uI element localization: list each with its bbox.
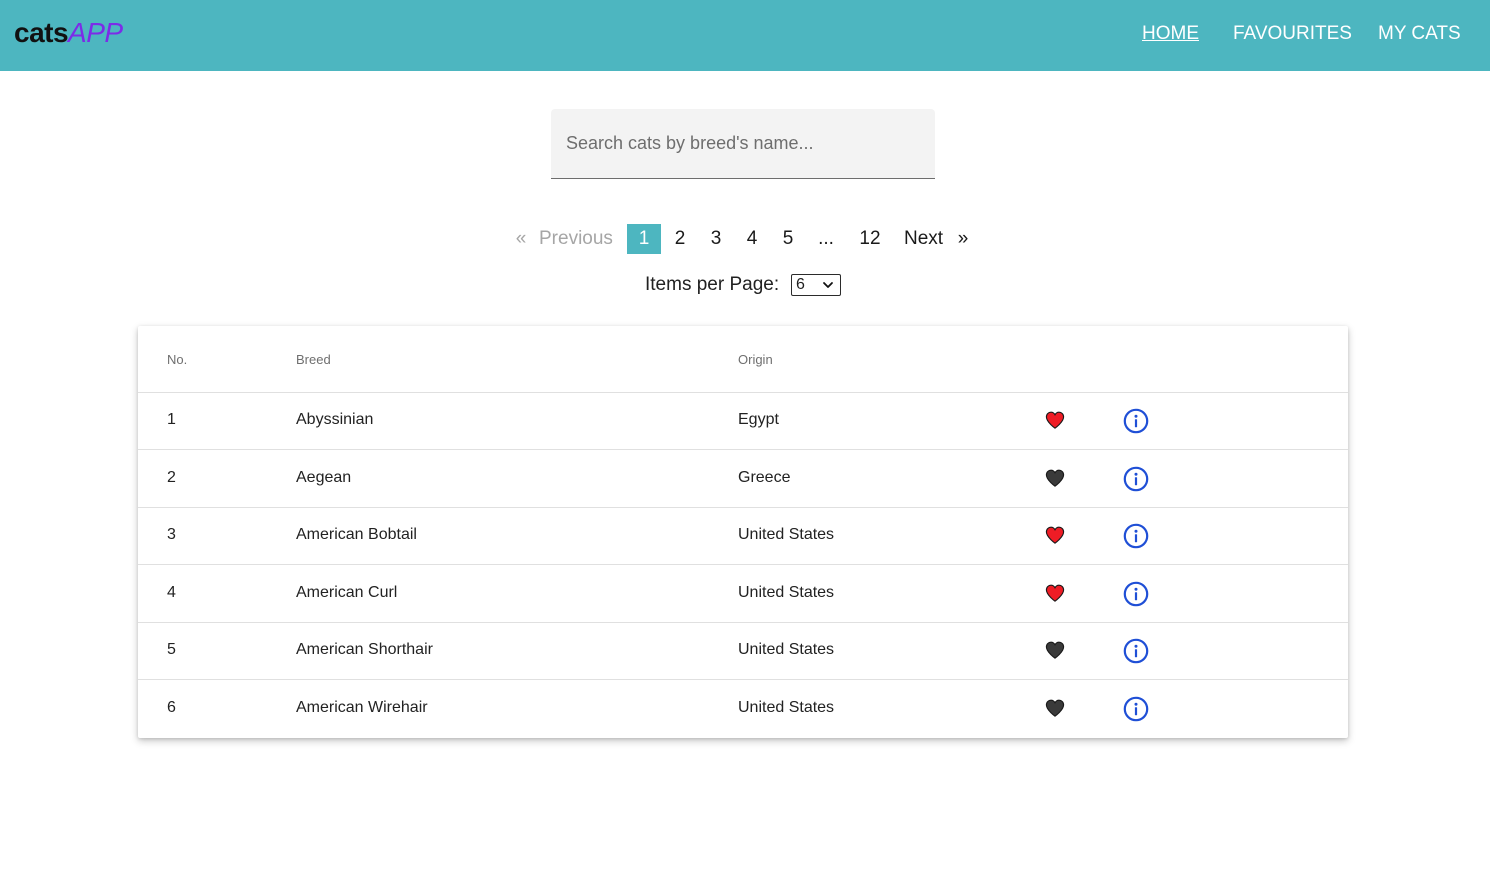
column-header-no: No.	[167, 352, 188, 367]
breeds-table: No. Breed Origin 1 Abyssinian Egypt 2 Ae…	[138, 326, 1348, 738]
row-number: 6	[167, 699, 176, 716]
row-breed: American Shorthair	[296, 641, 433, 659]
next-arrow-icon[interactable]: »	[957, 224, 969, 254]
row-origin: Egypt	[738, 411, 779, 428]
column-header-breed: Breed	[296, 352, 331, 367]
favourite-heart-icon[interactable]	[1045, 699, 1065, 717]
info-icon[interactable]	[1123, 638, 1149, 664]
nav-favourites-link[interactable]: FAVOURITES	[1233, 22, 1352, 46]
table-row: 4 American Curl United States	[138, 565, 1348, 623]
search-input[interactable]	[551, 109, 935, 178]
page-button-5[interactable]: 5	[775, 224, 801, 254]
favourite-heart-icon[interactable]	[1045, 411, 1065, 429]
info-icon[interactable]	[1123, 696, 1149, 722]
chevron-down-icon	[823, 282, 833, 288]
favourite-heart-icon[interactable]	[1045, 469, 1065, 487]
next-page-button[interactable]: Next	[904, 224, 948, 254]
info-icon[interactable]	[1123, 466, 1149, 492]
info-icon[interactable]	[1123, 523, 1149, 549]
brand-name-part1: cats	[14, 17, 69, 48]
page-button-12[interactable]: 12	[855, 224, 885, 254]
table-row: 3 American Bobtail United States	[138, 507, 1348, 566]
row-origin: United States	[738, 583, 835, 601]
row-origin: United States	[738, 699, 835, 716]
top-app-bar: catsAPP HOME FAVOURITES MY CATS	[0, 0, 1490, 71]
row-origin: United States	[738, 641, 835, 659]
row-breed: Aegean	[296, 468, 352, 486]
nav-my-cats-link[interactable]: MY CATS	[1378, 22, 1461, 46]
search-field	[551, 109, 935, 179]
items-per-page-label: Items per Page:	[645, 274, 780, 295]
info-icon[interactable]	[1123, 408, 1149, 434]
favourite-heart-icon[interactable]	[1045, 641, 1065, 660]
table-row: 5 American Shorthair United States	[138, 622, 1348, 681]
table-header: No. Breed Origin	[138, 326, 1348, 393]
previous-page-button[interactable]: Previous	[539, 224, 615, 254]
items-per-page-value: 6	[796, 276, 805, 293]
row-number: 5	[167, 641, 176, 659]
pagination-ellipsis: ...	[818, 228, 834, 249]
row-breed: American Wirehair	[296, 699, 428, 716]
page-button-3[interactable]: 3	[703, 224, 729, 254]
table-row: 1 Abyssinian Egypt	[138, 392, 1348, 450]
favourite-heart-icon[interactable]	[1045, 526, 1065, 545]
app-logo[interactable]: catsAPP	[14, 17, 123, 49]
row-number: 2	[167, 468, 176, 486]
previous-arrow-icon: «	[515, 228, 527, 249]
favourite-heart-icon[interactable]	[1045, 584, 1065, 602]
page-button-1[interactable]: 1	[627, 224, 661, 254]
brand-name-part2: APP	[68, 17, 123, 48]
row-number: 1	[167, 411, 176, 428]
row-number: 4	[167, 583, 176, 601]
page-button-2[interactable]: 2	[667, 224, 693, 254]
nav-home-link[interactable]: HOME	[1142, 22, 1199, 46]
row-breed: Abyssinian	[296, 411, 374, 428]
row-breed: American Curl	[296, 583, 398, 601]
info-icon[interactable]	[1123, 581, 1149, 607]
row-breed: American Bobtail	[296, 526, 417, 544]
row-number: 3	[167, 526, 176, 544]
table-row: 2 Aegean Greece	[138, 450, 1348, 508]
column-header-origin: Origin	[738, 352, 773, 367]
row-origin: Greece	[738, 468, 791, 486]
table-row: 6 American Wirehair United States	[138, 680, 1348, 737]
items-per-page-select[interactable]: 6	[791, 274, 841, 296]
page-button-4[interactable]: 4	[739, 224, 765, 254]
row-origin: United States	[738, 526, 835, 544]
